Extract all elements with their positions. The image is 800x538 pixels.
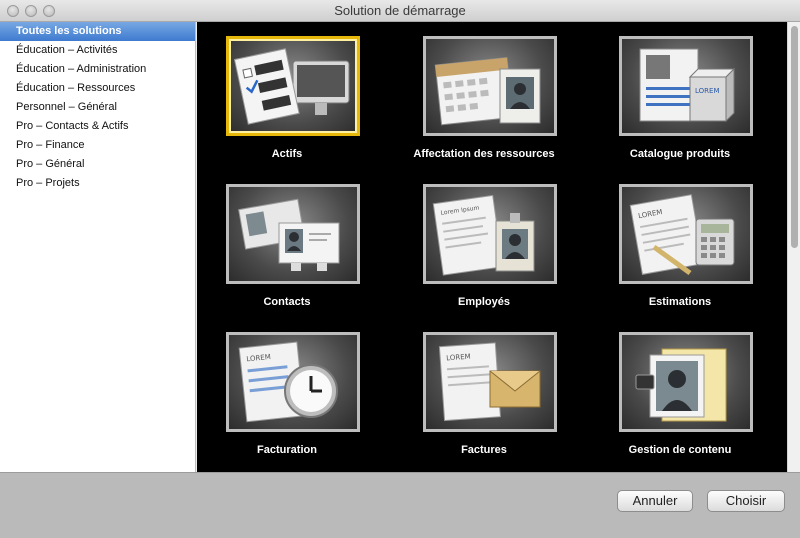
resource-allocation-thumbnail (423, 36, 557, 136)
solution-tile-resource-allocation[interactable]: Affectation des ressources (394, 36, 574, 181)
title-bar: Solution de démarrage (0, 0, 800, 22)
sidebar-item-pro-general[interactable]: Pro – Général (0, 155, 195, 174)
contacts-thumbnail (226, 184, 360, 284)
choose-button[interactable]: Choisir (707, 490, 785, 512)
solution-label: Catalogue produits (629, 148, 731, 160)
invoices-icon: LOREM (438, 342, 541, 422)
solution-tile-product-catalog[interactable]: LOREM Catalogue produits (590, 36, 770, 181)
solution-tile-contacts[interactable]: Contacts (197, 184, 377, 329)
window-title: Solution de démarrage (334, 3, 466, 18)
content-management-icon (635, 348, 727, 422)
scrollbar-thumb[interactable] (791, 26, 798, 248)
solution-label: Factures (461, 444, 507, 456)
assets-icon (233, 48, 350, 125)
solution-label: Employés (458, 296, 510, 308)
solution-tile-employees[interactable]: Lorem Ipsum Employés (394, 184, 574, 329)
solution-label: Estimations (648, 296, 712, 308)
solutions-grid: Actifs Affectation des ressources LOREM … (197, 22, 787, 472)
sidebar-item-pro-finance[interactable]: Pro – Finance (0, 136, 195, 155)
estimates-icon: LOREM (629, 194, 735, 276)
product-box-label: LOREM (695, 87, 720, 95)
content-management-thumbnail (619, 332, 753, 432)
billing-thumbnail: LOREM (226, 332, 360, 432)
product-catalog-icon: LOREM (639, 48, 736, 123)
solution-label: Contacts (263, 296, 311, 308)
solution-tile-billing[interactable]: LOREM Facturation (197, 332, 377, 472)
solution-tile-estimates[interactable]: LOREM Estimations (590, 184, 770, 329)
invoice-sheet-title: LOREM (446, 353, 471, 363)
product-catalog-thumbnail: LOREM (619, 36, 753, 136)
vertical-scrollbar[interactable] (787, 22, 800, 472)
solution-tile-assets[interactable]: Actifs (197, 36, 377, 181)
solution-label: Affectation des ressources (413, 148, 555, 160)
sidebar-item-all-solutions[interactable]: Toutes les solutions (0, 22, 195, 41)
assets-thumbnail (226, 36, 360, 136)
contacts-icon (238, 198, 340, 271)
sidebar-item-education-administration[interactable]: Éducation – Administration (0, 60, 195, 79)
cancel-button[interactable]: Annuler (617, 490, 693, 512)
employees-icon: Lorem Ipsum (432, 194, 535, 276)
estimates-thumbnail: LOREM (619, 184, 753, 284)
sidebar-item-pro-projects[interactable]: Pro – Projets (0, 174, 195, 193)
sidebar-item-pro-contacts-assets[interactable]: Pro – Contacts & Actifs (0, 117, 195, 136)
sidebar-item-education-resources[interactable]: Éducation – Ressources (0, 79, 195, 98)
solution-tile-content-management[interactable]: Gestion de contenu (590, 332, 770, 472)
billing-icon: LOREM (238, 341, 338, 423)
sidebar-item-education-activities[interactable]: Éducation – Activités (0, 41, 195, 60)
category-sidebar: Toutes les solutions Éducation – Activit… (0, 22, 196, 472)
solution-label: Actifs (271, 148, 303, 160)
resource-allocation-icon (434, 57, 541, 126)
solution-tile-invoices[interactable]: LOREM Factures (394, 332, 574, 472)
solution-label: Gestion de contenu (628, 444, 732, 456)
solution-label: Facturation (257, 444, 317, 456)
sidebar-item-personal-general[interactable]: Personnel – Général (0, 98, 195, 117)
employees-thumbnail: Lorem Ipsum (423, 184, 557, 284)
invoices-thumbnail: LOREM (423, 332, 557, 432)
